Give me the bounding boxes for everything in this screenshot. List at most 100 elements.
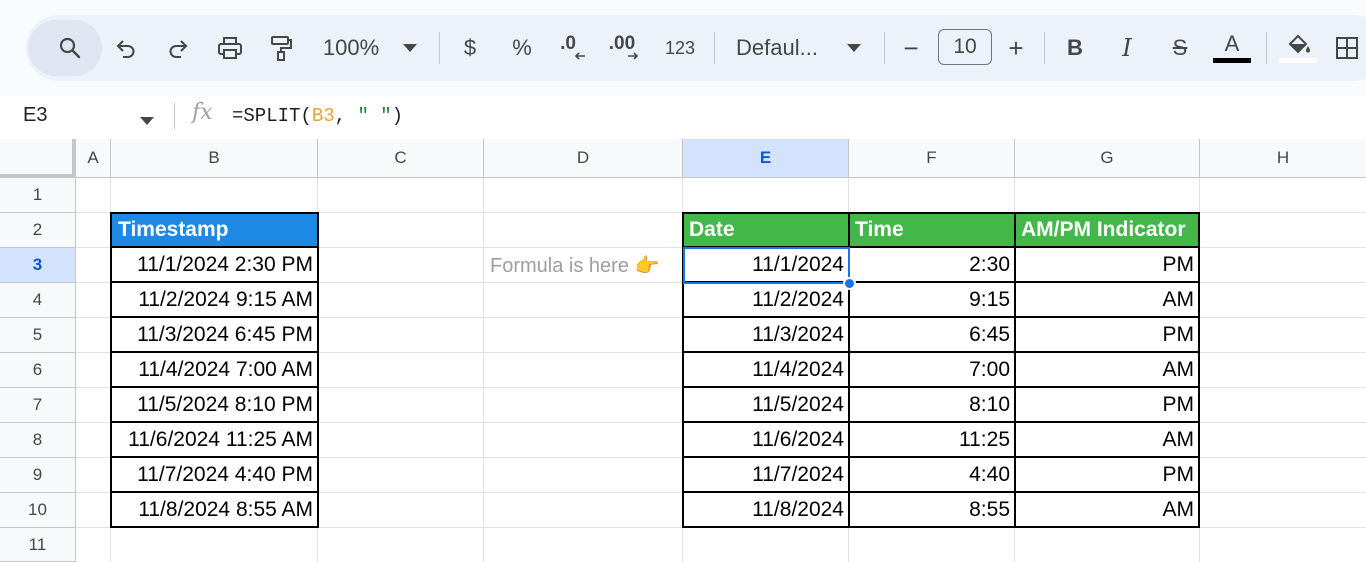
timestamp-cell[interactable]: 11/8/2024 8:55 AM xyxy=(112,493,317,526)
ampm-cell[interactable]: PM xyxy=(1016,388,1198,423)
column-header-d[interactable]: D xyxy=(484,139,683,178)
chevron-down-icon[interactable] xyxy=(398,15,422,81)
time-cell[interactable]: 4:40 xyxy=(850,458,1014,493)
currency-format-button[interactable]: $ xyxy=(458,15,482,81)
timestamp-cell[interactable]: 11/6/2024 11:25 AM xyxy=(112,423,317,458)
time-cell[interactable]: 2:30 xyxy=(850,248,1014,283)
formula-bar: E3 fx =SPLIT(B3, " ") xyxy=(0,96,1366,138)
timestamp-cell[interactable]: 11/3/2024 6:45 PM xyxy=(112,318,317,353)
date-cell[interactable]: 11/3/2024 xyxy=(684,318,848,353)
print-icon[interactable] xyxy=(214,15,246,81)
ampm-cell[interactable]: PM xyxy=(1016,458,1198,493)
date-cell[interactable]: 11/6/2024 xyxy=(684,423,848,458)
text-color-label: A xyxy=(1224,31,1240,56)
timestamp-table: Timestamp 11/1/2024 2:30 PM 11/2/2024 9:… xyxy=(110,212,319,528)
row-header-4[interactable]: 4 xyxy=(0,283,76,318)
sheet-grid[interactable]: A B C D E F G H 1 2 3 4 5 6 7 8 9 10 11 … xyxy=(0,139,1366,562)
zoom-select[interactable]: 100% xyxy=(319,15,383,81)
timestamp-cell[interactable]: 11/2/2024 9:15 AM xyxy=(112,283,317,318)
time-cell[interactable]: 7:00 xyxy=(850,353,1014,388)
toolbar: 100% $ % .0 .00 123 Defaul... − 10 + B I… xyxy=(26,15,1366,81)
row-header-1[interactable]: 1 xyxy=(0,178,76,213)
font-select[interactable]: Defaul... xyxy=(736,15,828,81)
active-cell-selection[interactable] xyxy=(683,247,850,284)
row-header-11[interactable]: 11 xyxy=(0,528,76,562)
row-header-10[interactable]: 10 xyxy=(0,493,76,528)
row-header-6[interactable]: 6 xyxy=(0,353,76,388)
toolbar-area: 100% $ % .0 .00 123 Defaul... − 10 + B I… xyxy=(0,0,1366,96)
fill-handle[interactable] xyxy=(843,277,856,290)
toolbar-separator xyxy=(884,32,885,64)
timestamp-header[interactable]: Timestamp xyxy=(112,214,317,248)
ampm-cell[interactable]: AM xyxy=(1016,283,1198,318)
column-header-h[interactable]: H xyxy=(1200,139,1366,178)
chevron-down-icon[interactable] xyxy=(140,112,154,130)
date-cell[interactable]: 11/8/2024 xyxy=(684,493,848,526)
timestamp-cell[interactable]: 11/7/2024 4:40 PM xyxy=(112,458,317,493)
text-color-swatch xyxy=(1213,58,1251,63)
date-cell[interactable]: 11/7/2024 xyxy=(684,458,848,493)
time-cell[interactable]: 8:55 xyxy=(850,493,1014,526)
column-header-c[interactable]: C xyxy=(318,139,484,178)
date-cell[interactable]: 11/5/2024 xyxy=(684,388,848,423)
formula-suffix: ) xyxy=(391,105,404,127)
fx-icon: fx xyxy=(192,100,213,125)
formula-input[interactable]: =SPLIT(B3, " ") xyxy=(232,105,403,127)
increase-decimal-button[interactable]: .00 xyxy=(608,15,648,81)
column-header-e[interactable]: E xyxy=(683,139,849,178)
search-icon[interactable] xyxy=(54,15,86,81)
font-size-decrease-button[interactable]: − xyxy=(899,15,923,81)
bold-button[interactable]: B xyxy=(1062,15,1088,81)
italic-button[interactable]: I xyxy=(1114,15,1140,81)
row-header-8[interactable]: 8 xyxy=(0,423,76,458)
fill-color-icon[interactable] xyxy=(1278,15,1318,81)
redo-icon[interactable] xyxy=(162,15,194,81)
row-header-7[interactable]: 7 xyxy=(0,388,76,423)
paint-format-icon[interactable] xyxy=(266,15,296,81)
timestamp-cell[interactable]: 11/4/2024 7:00 AM xyxy=(112,353,317,388)
row-header-2[interactable]: 2 xyxy=(0,213,76,248)
ampm-cell[interactable]: AM xyxy=(1016,353,1198,388)
ampm-header[interactable]: AM/PM Indicator xyxy=(1016,214,1198,248)
font-size-input[interactable]: 10 xyxy=(938,29,992,65)
formula-mid: , xyxy=(334,105,358,127)
column-header-f[interactable]: F xyxy=(849,139,1015,178)
select-all-corner[interactable] xyxy=(0,139,76,178)
ampm-cell[interactable]: AM xyxy=(1016,423,1198,458)
date-header[interactable]: Date xyxy=(684,214,848,248)
column-header-b[interactable]: B xyxy=(111,139,318,178)
row-header-5[interactable]: 5 xyxy=(0,318,76,353)
ampm-cell[interactable]: PM xyxy=(1016,318,1198,353)
borders-icon[interactable] xyxy=(1332,15,1362,81)
formula-note[interactable]: Formula is here 👉 xyxy=(486,248,682,283)
time-cell[interactable]: 9:15 xyxy=(850,283,1014,318)
date-cell[interactable]: 11/2/2024 xyxy=(684,283,848,318)
row-header-9[interactable]: 9 xyxy=(0,458,76,493)
date-cell[interactable]: 11/4/2024 xyxy=(684,353,848,388)
formula-string: " " xyxy=(357,105,392,127)
font-size-increase-button[interactable]: + xyxy=(1004,15,1028,81)
time-header[interactable]: Time xyxy=(850,214,1014,248)
percent-format-button[interactable]: % xyxy=(508,15,536,81)
row-header-3[interactable]: 3 xyxy=(0,248,76,283)
undo-icon[interactable] xyxy=(110,15,142,81)
column-header-g[interactable]: G xyxy=(1015,139,1200,178)
text-color-button[interactable]: A xyxy=(1212,15,1252,81)
decrease-decimal-button[interactable]: .0 xyxy=(556,15,592,81)
strikethrough-button[interactable]: S xyxy=(1166,15,1194,81)
name-box[interactable]: E3 xyxy=(23,104,47,127)
number-format-button[interactable]: 123 xyxy=(662,15,698,81)
column-header-a[interactable]: A xyxy=(76,139,111,178)
time-cell[interactable]: 11:25 xyxy=(850,423,1014,458)
formula-ref: B3 xyxy=(311,105,335,127)
timestamp-cell[interactable]: 11/5/2024 8:10 PM xyxy=(112,388,317,423)
timestamp-cell[interactable]: 11/1/2024 2:30 PM xyxy=(112,248,317,283)
ampm-cell[interactable]: PM xyxy=(1016,248,1198,283)
toolbar-separator xyxy=(1044,32,1045,64)
ampm-cell[interactable]: AM xyxy=(1016,493,1198,526)
time-cell[interactable]: 8:10 xyxy=(850,388,1014,423)
gridline xyxy=(483,178,484,562)
time-cell[interactable]: 6:45 xyxy=(850,318,1014,353)
toolbar-separator xyxy=(714,32,715,64)
chevron-down-icon[interactable] xyxy=(842,15,866,81)
